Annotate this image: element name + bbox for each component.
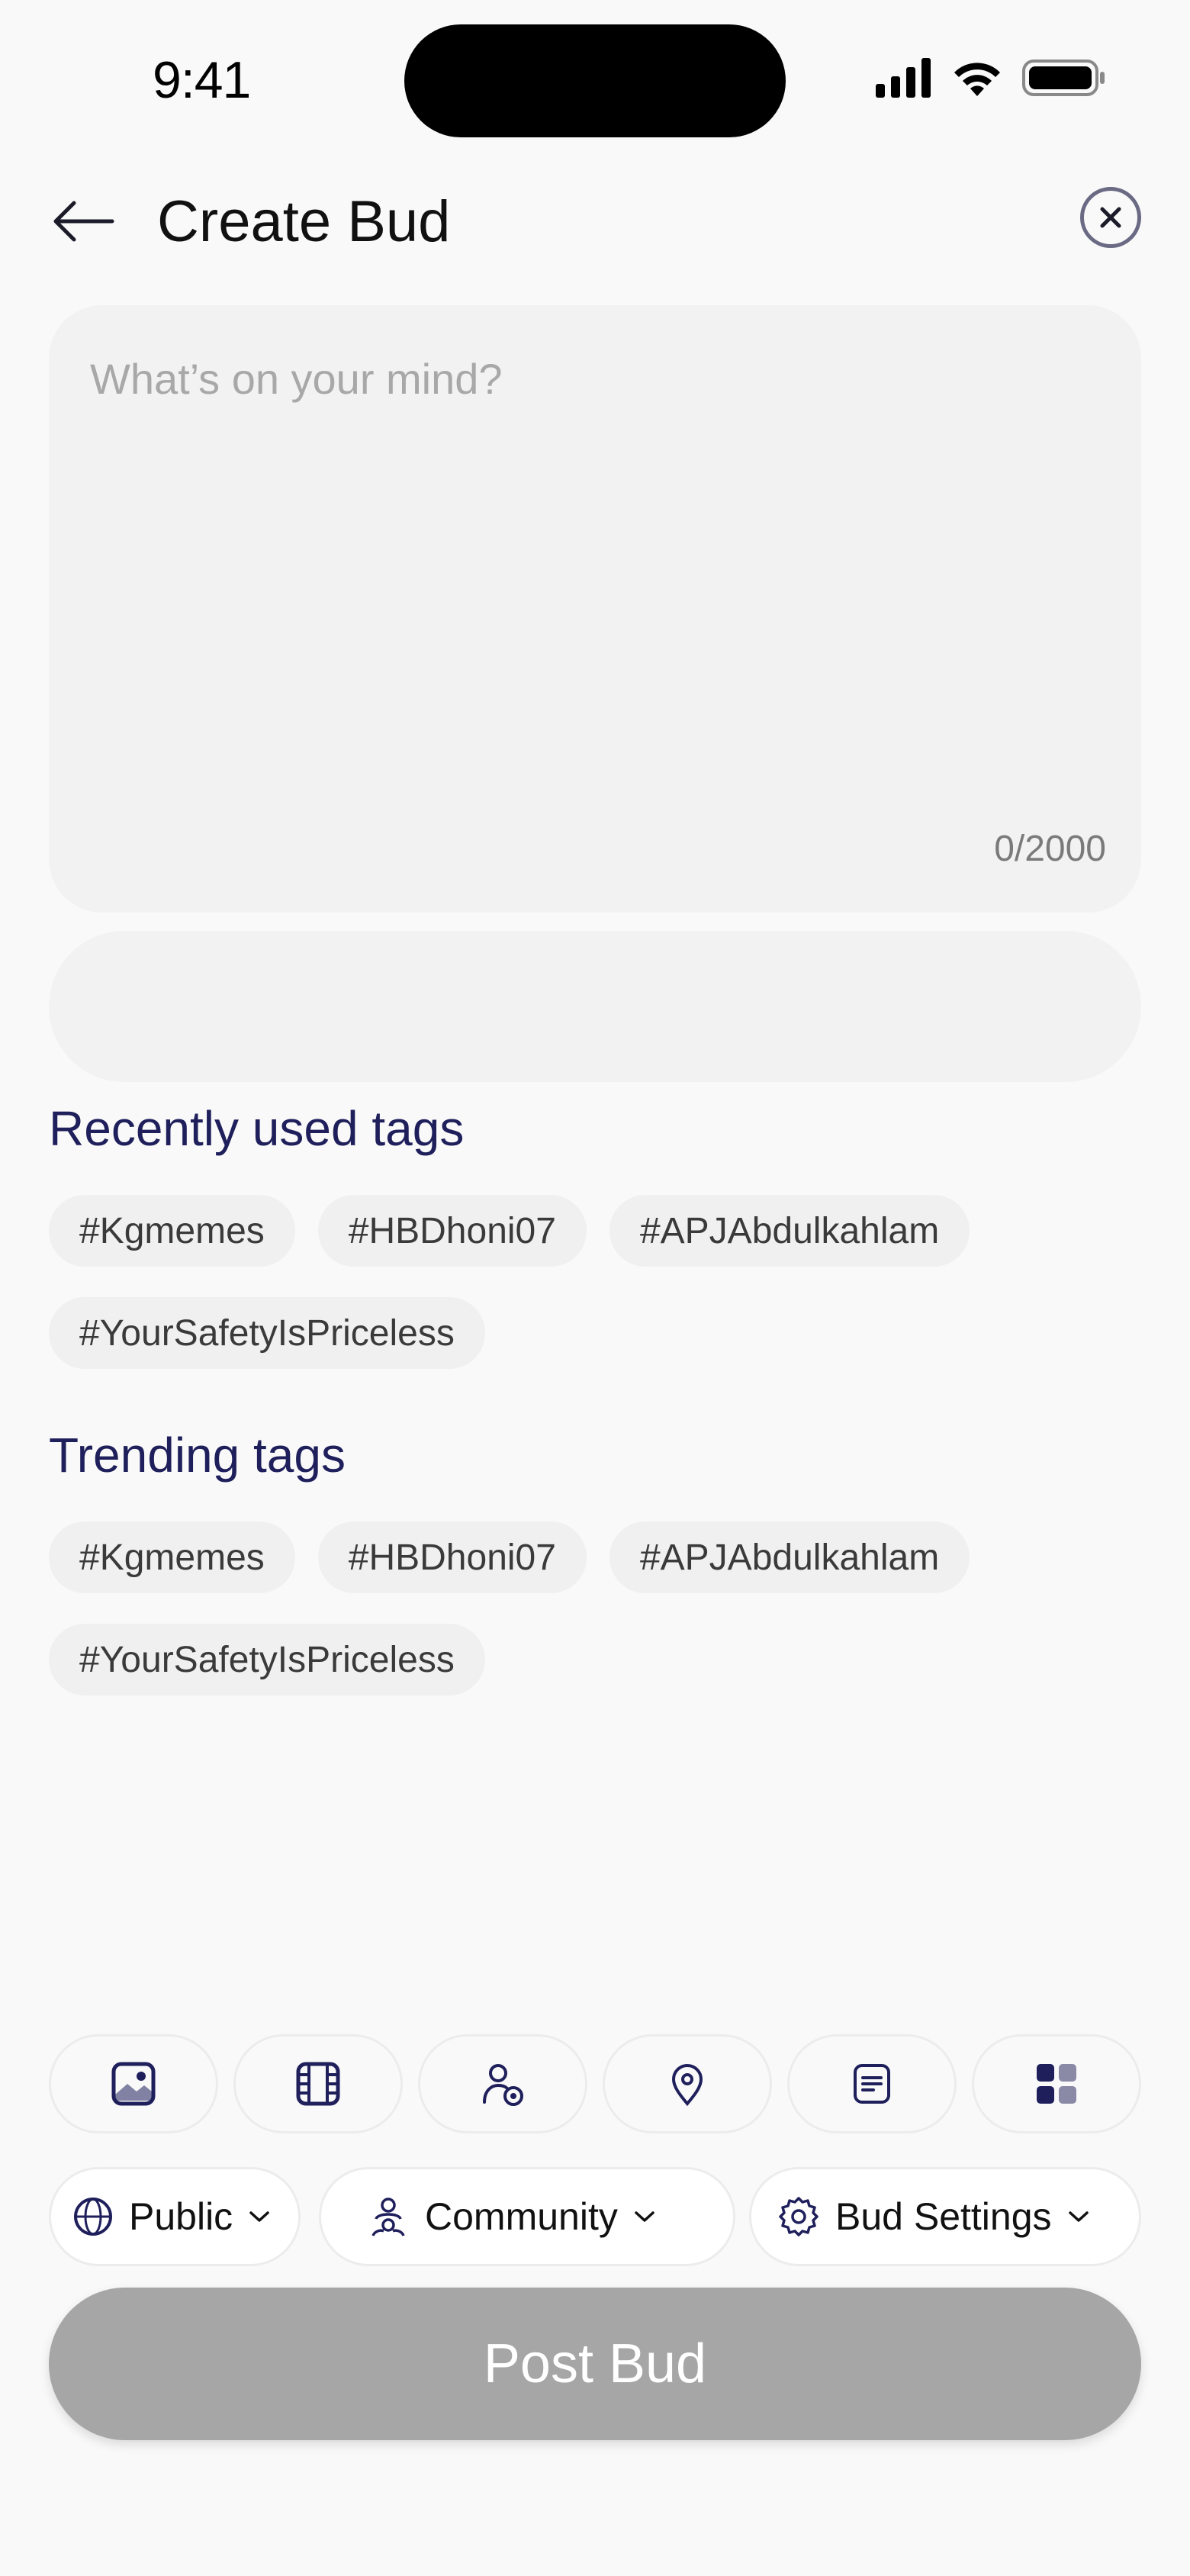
add-document-button[interactable] [787,2034,957,2133]
visibility-label: Public [129,2195,233,2238]
phone-screen: 9:41 Create Bud What’s on your mind? 0/2… [0,0,1190,2576]
add-video-button[interactable] [233,2034,403,2133]
audience-dropdown[interactable]: Community [319,2167,735,2266]
trending-tags-list: #Kgmemes #HBDhoni07 #APJAbdulkahlam #You… [49,1521,1141,1695]
back-button[interactable] [49,187,117,256]
chevron-down-icon [1068,2211,1089,2222]
visibility-dropdown[interactable]: Public [49,2167,301,2266]
recent-tag-chip[interactable]: #HBDhoni07 [317,1195,587,1267]
arrow-left-icon [53,201,114,242]
status-icons [876,58,1106,98]
tag-people-icon [483,2064,523,2106]
trending-tag-chip[interactable]: #APJAbdulkahlam [609,1521,970,1593]
page-title: Create Bud [157,189,451,254]
dynamic-island [404,24,786,137]
document-icon [854,2064,890,2104]
tag-input[interactable] [49,931,1141,1082]
post-options: Public Community Bud Settings [49,2167,1141,2266]
trending-tag-chip[interactable]: #HBDhoni07 [317,1521,587,1593]
recent-tags-title: Recently used tags [49,1101,465,1156]
wifi-icon [954,63,1000,96]
globe-icon [74,2198,112,2236]
settings-label: Bud Settings [835,2195,1052,2238]
post-text-input[interactable] [88,353,1083,813]
close-icon [1100,207,1121,228]
trending-tag-chip[interactable]: #YourSafetyIsPriceless [49,1624,485,1695]
recent-tag-chip[interactable]: #YourSafetyIsPriceless [49,1297,485,1369]
more-apps-icon [1037,2064,1076,2104]
close-button[interactable] [1080,187,1141,248]
trending-tag-chip[interactable]: #Kgmemes [49,1521,295,1593]
header: Create Bud [49,179,1141,263]
recent-tags-list: #Kgmemes #HBDhoni07 #APJAbdulkahlam #You… [49,1195,1141,1369]
recent-tag-chip[interactable]: #APJAbdulkahlam [609,1195,970,1267]
chevron-down-icon [249,2211,269,2222]
video-icon [296,2062,340,2106]
character-counter: 0/2000 [994,829,1106,869]
location-icon [671,2064,703,2107]
trending-tags-title: Trending tags [49,1428,346,1483]
image-icon [111,2062,156,2106]
recent-tag-chip[interactable]: #Kgmemes [49,1195,295,1267]
bud-settings-dropdown[interactable]: Bud Settings [749,2167,1141,2266]
community-icon [371,2198,405,2236]
gear-icon [779,2197,819,2236]
tag-people-button[interactable] [418,2034,587,2133]
more-apps-button[interactable] [972,2034,1141,2133]
status-time: 9:41 [153,51,251,109]
add-image-button[interactable] [49,2034,218,2133]
media-toolbar [49,2034,1141,2133]
chevron-down-icon [635,2211,654,2222]
composer-box: 0/2000 [49,305,1141,913]
post-bud-button[interactable]: Post Bud [49,2288,1141,2440]
audience-label: Community [425,2195,618,2238]
battery-icon [1022,60,1105,96]
signal-icon [876,58,931,98]
add-location-button[interactable] [603,2034,772,2133]
